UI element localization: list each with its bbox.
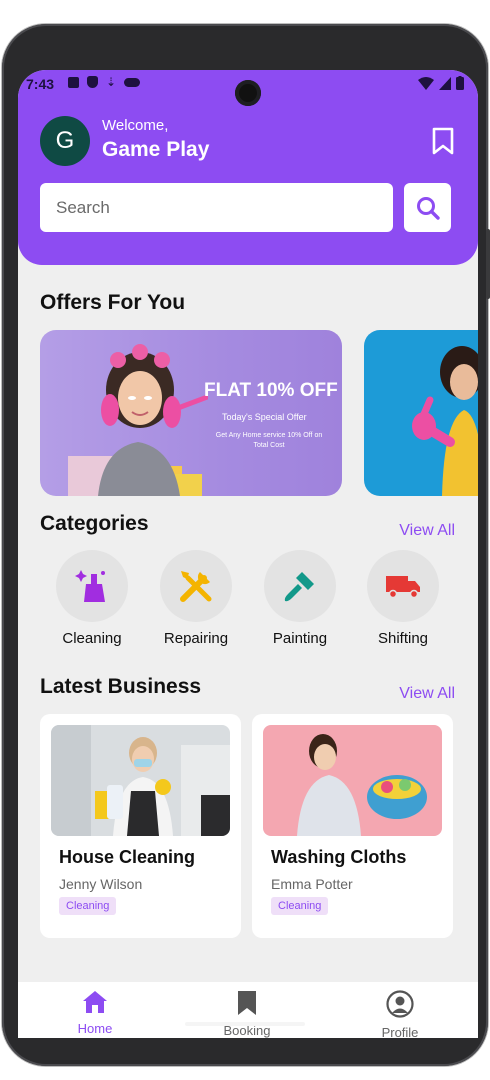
category-repairing[interactable]: Repairing <box>151 550 241 647</box>
business-title: House Cleaning <box>59 847 196 867</box>
cleaning-icon <box>75 570 105 602</box>
category-icon-circle <box>160 550 232 622</box>
offer-card[interactable]: FLAT 10% OFF Today's Special Offer Get A… <box>40 330 342 496</box>
welcome-text: Welcome, <box>102 117 169 134</box>
category-icon-circle <box>367 550 439 622</box>
latest-business-title: Latest Business <box>40 675 202 698</box>
latest-business-view-all-link[interactable]: View All <box>399 685 455 703</box>
category-label: Repairing <box>163 630 229 647</box>
business-card-house-cleaning[interactable]: House Cleaning Jenny Wilson Cleaning <box>40 714 241 938</box>
wifi-icon <box>418 76 434 90</box>
business-title: Washing Cloths <box>271 847 407 867</box>
signal-icon <box>439 76 451 90</box>
home-indicator[interactable] <box>185 1022 305 1026</box>
category-label: Shifting <box>377 630 429 647</box>
business-owner: Emma Potter <box>271 876 353 892</box>
download-icon: ⇣ <box>106 75 117 89</box>
category-cleaning[interactable]: Cleaning <box>47 550 137 647</box>
nav-label: Home <box>77 1021 113 1036</box>
status-system-icons <box>418 76 464 90</box>
nav-label: Profile <box>381 1025 419 1038</box>
bookmark-icon[interactable] <box>430 126 456 156</box>
header: 7:43 ⇣ G Welcome, Game Play <box>18 70 478 265</box>
washing-cloths-photo <box>263 725 442 836</box>
status-time: 7:43 <box>26 76 55 92</box>
cloud-icon <box>124 77 140 87</box>
house-cleaning-photo <box>51 725 230 836</box>
category-painting[interactable]: Painting <box>255 550 345 647</box>
category-icon-circle <box>56 550 128 622</box>
nav-home[interactable]: Home <box>55 990 135 1036</box>
status-notification-icons: ⇣ <box>68 76 140 88</box>
category-shifting[interactable]: Shifting <box>358 550 448 647</box>
business-owner: Jenny Wilson <box>59 876 143 892</box>
offer-card-next[interactable] <box>364 330 478 496</box>
categories-view-all-link[interactable]: View All <box>399 522 455 540</box>
search-icon <box>416 196 440 220</box>
search-input[interactable] <box>40 183 393 232</box>
battery-icon <box>456 76 464 90</box>
nav-booking[interactable]: Booking <box>207 990 287 1038</box>
home-icon <box>83 991 107 1013</box>
business-category-tag: Cleaning <box>59 897 117 915</box>
offer-woman-illustration <box>68 344 208 496</box>
bookmark-icon <box>238 991 256 1015</box>
shield-icon <box>87 76 98 88</box>
front-camera <box>235 80 261 106</box>
business-card-washing-cloths[interactable]: Washing Cloths Emma Potter Cleaning <box>252 714 453 938</box>
paint-brush-icon <box>284 572 314 602</box>
power-button <box>486 229 490 299</box>
category-icon-circle <box>264 550 336 622</box>
business-category-tag: Cleaning <box>271 897 329 915</box>
offer-subheading: Today's Special Offer <box>222 412 307 422</box>
tools-icon <box>180 571 212 602</box>
nav-profile[interactable]: Profile <box>360 990 440 1038</box>
category-label: Painting <box>272 630 328 647</box>
bottom-navigation: Home Booking Profile <box>18 982 478 1038</box>
notification-box-icon <box>68 76 79 88</box>
truck-icon <box>386 576 420 599</box>
offer-woman-thumbs-up-illustration <box>412 346 478 496</box>
category-label: Cleaning <box>62 630 122 647</box>
user-name: Game Play <box>102 138 210 161</box>
profile-icon <box>386 990 414 1018</box>
offers-title: Offers For You <box>40 291 186 314</box>
avatar[interactable]: G <box>40 116 90 166</box>
app-screen: 7:43 ⇣ G Welcome, Game Play Search Offer… <box>18 70 478 1038</box>
offer-heading: FLAT 10% OFF <box>204 380 338 401</box>
categories-title: Categories <box>40 512 149 535</box>
search-button[interactable] <box>404 183 451 232</box>
phone-frame: 7:43 ⇣ G Welcome, Game Play Search Offer… <box>2 24 490 1066</box>
offer-description: Get Any Home service 10% Off on Total Co… <box>215 432 323 449</box>
